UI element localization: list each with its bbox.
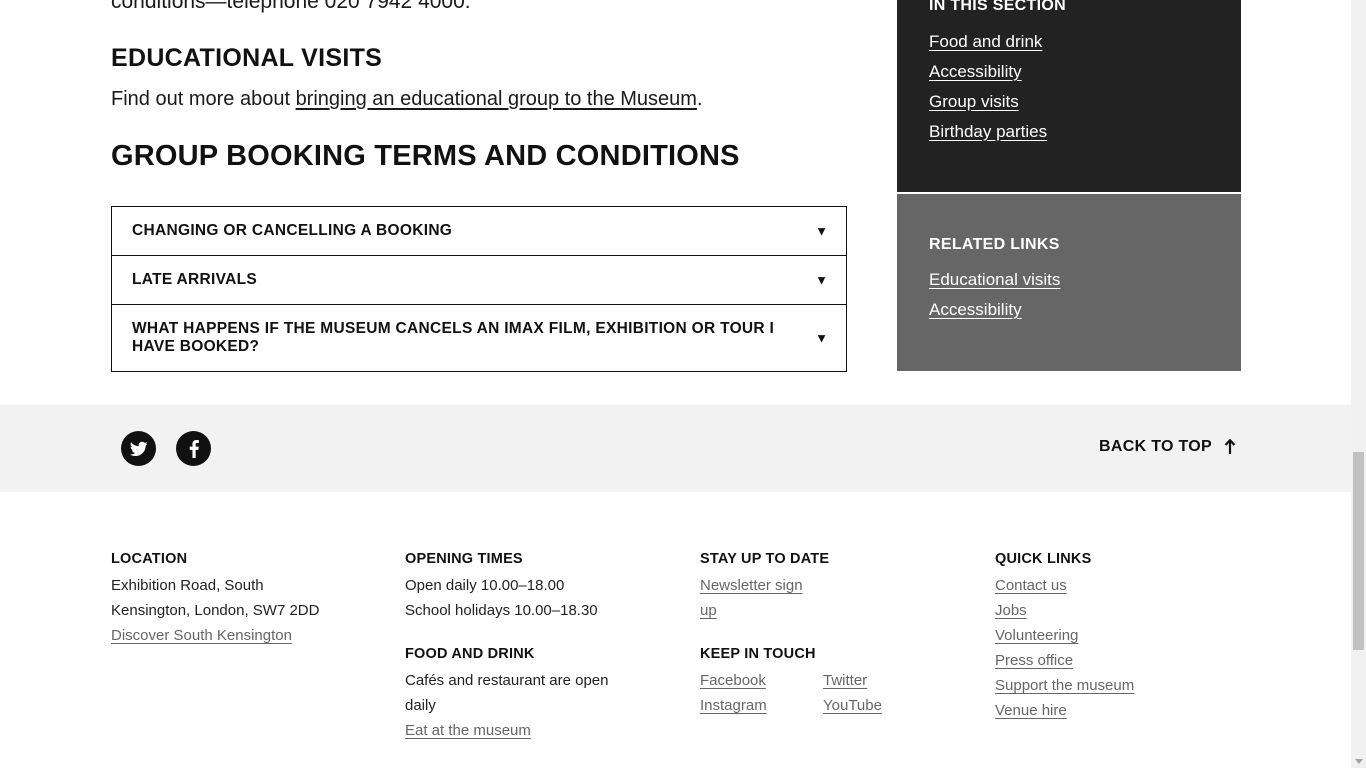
footer-location-heading: LOCATION bbox=[111, 551, 188, 567]
footer-opening-food: OPENING TIMES Open daily 10.00–18.00 Sch… bbox=[405, 549, 645, 743]
quick-link-volunteering[interactable]: Volunteering bbox=[995, 623, 1235, 648]
in-this-section-title: IN THIS SECTION bbox=[929, 0, 1066, 14]
chevron-down-icon: ▼ bbox=[815, 330, 828, 346]
newsletter-signup-link[interactable]: Newsletter sign up bbox=[700, 573, 940, 623]
arrow-up-icon bbox=[1224, 439, 1236, 454]
educational-visits-paragraph: Find out more about bringing an educatio… bbox=[111, 85, 703, 113]
footer-address-line: Kensington, London, SW7 2DD bbox=[111, 602, 320, 619]
edu-end-text: . bbox=[696, 88, 703, 110]
footer-quick-heading: QUICK LINKS bbox=[995, 551, 1092, 567]
terms-accordion: CHANGING OR CANCELLING A BOOKING ▼ LATE … bbox=[111, 206, 847, 372]
accordion-item-label: CHANGING OR CANCELLING A BOOKING bbox=[132, 222, 453, 239]
footer-food-heading: FOOD AND DRINK bbox=[405, 646, 535, 662]
quick-link-jobs[interactable]: Jobs bbox=[995, 598, 1235, 623]
accordion-item-changing-cancelling[interactable]: CHANGING OR CANCELLING A BOOKING ▼ bbox=[112, 207, 846, 256]
related-link-accessibility[interactable]: Accessibility bbox=[929, 300, 1022, 320]
sidebar-link-birthday-parties[interactable]: Birthday parties bbox=[929, 122, 1047, 142]
accordion-item-museum-cancels[interactable]: WHAT HAPPENS IF THE MUSEUM CANCELS AN IM… bbox=[112, 305, 846, 371]
educational-visits-heading: EDUCATIONAL VISITS bbox=[111, 44, 383, 72]
discover-south-kensington-link[interactable]: Discover South Kensington bbox=[111, 623, 351, 648]
related-links-title: RELATED LINKS bbox=[929, 236, 1060, 253]
footer-opening-heading: OPENING TIMES bbox=[405, 551, 523, 567]
instagram-link[interactable]: Instagram bbox=[700, 693, 767, 718]
chevron-down-icon: ▼ bbox=[815, 223, 828, 239]
youtube-link[interactable]: YouTube bbox=[823, 693, 882, 718]
opening-times-line: School holidays 10.00–18.30 bbox=[405, 602, 598, 619]
footer-location: LOCATION Exhibition Road, South Kensingt… bbox=[111, 549, 351, 648]
footer-quick-links: QUICK LINKS Contact us Jobs Volunteering… bbox=[995, 549, 1235, 723]
chevron-down-icon: ▼ bbox=[815, 272, 828, 288]
accordion-item-label: WHAT HAPPENS IF THE MUSEUM CANCELS AN IM… bbox=[132, 320, 775, 355]
social-links-grid: Facebook Twitter Instagram YouTube bbox=[700, 668, 940, 718]
accordion-item-late-arrivals[interactable]: LATE ARRIVALS ▼ bbox=[112, 256, 846, 305]
sidebar-link-group-visits[interactable]: Group visits bbox=[929, 92, 1019, 112]
in-this-section-panel: IN THIS SECTION Food and drink Accessibi… bbox=[897, 0, 1241, 192]
scroll-down-arrow-icon[interactable] bbox=[1355, 759, 1363, 764]
opening-times-line: Open daily 10.00–18.00 bbox=[405, 577, 565, 594]
twitter-link[interactable]: Twitter bbox=[823, 668, 867, 693]
eat-at-museum-link[interactable]: Eat at the museum bbox=[405, 718, 645, 743]
back-to-top-button[interactable]: BACK TO TOP bbox=[1099, 438, 1236, 456]
accordion-item-label: LATE ARRIVALS bbox=[132, 271, 258, 288]
facebook-link[interactable]: Facebook bbox=[700, 668, 766, 693]
footer-address-line: Exhibition Road, South bbox=[111, 577, 264, 594]
page-scrollbar[interactable] bbox=[1351, 0, 1366, 768]
back-to-top-label: BACK TO TOP bbox=[1099, 438, 1212, 455]
scrollbar-thumb[interactable] bbox=[1353, 452, 1364, 650]
group-booking-heading: GROUP BOOKING TERMS AND CONDITIONS bbox=[111, 140, 740, 172]
related-links-panel: RELATED LINKS Educational visits Accessi… bbox=[897, 194, 1241, 371]
sidebar-link-food-and-drink[interactable]: Food and drink bbox=[929, 32, 1042, 52]
newsletter-link-line: Newsletter sign bbox=[700, 577, 803, 594]
food-info-line: daily bbox=[405, 697, 436, 714]
footer-keep-heading: KEEP IN TOUCH bbox=[700, 646, 816, 662]
quick-link-venue-hire[interactable]: Venue hire bbox=[995, 698, 1235, 723]
footer-stay-keep: STAY UP TO DATE Newsletter sign up KEEP I… bbox=[700, 549, 940, 718]
quick-link-press[interactable]: Press office bbox=[995, 648, 1235, 673]
page: conditions—telephone 020 7942 4000. EDUC… bbox=[0, 0, 1366, 768]
educational-group-link[interactable]: bringing an educational group to the Mus… bbox=[296, 88, 697, 110]
sidebar-link-accessibility[interactable]: Accessibility bbox=[929, 62, 1022, 82]
twitter-icon[interactable] bbox=[121, 431, 156, 466]
related-link-educational-visits[interactable]: Educational visits bbox=[929, 270, 1060, 290]
newsletter-link-line: up bbox=[700, 602, 717, 619]
facebook-icon[interactable] bbox=[176, 431, 211, 466]
food-info-line: Cafés and restaurant are open bbox=[405, 672, 609, 689]
footer-stay-heading: STAY UP TO DATE bbox=[700, 551, 830, 567]
quick-link-support[interactable]: Support the museum bbox=[995, 673, 1235, 698]
cut-off-paragraph: conditions—telephone 020 7942 4000. bbox=[111, 0, 471, 13]
quick-link-contact[interactable]: Contact us bbox=[995, 573, 1235, 598]
social-bar: BACK TO TOP bbox=[0, 405, 1351, 492]
edu-intro-text: Find out more about bbox=[111, 88, 296, 110]
